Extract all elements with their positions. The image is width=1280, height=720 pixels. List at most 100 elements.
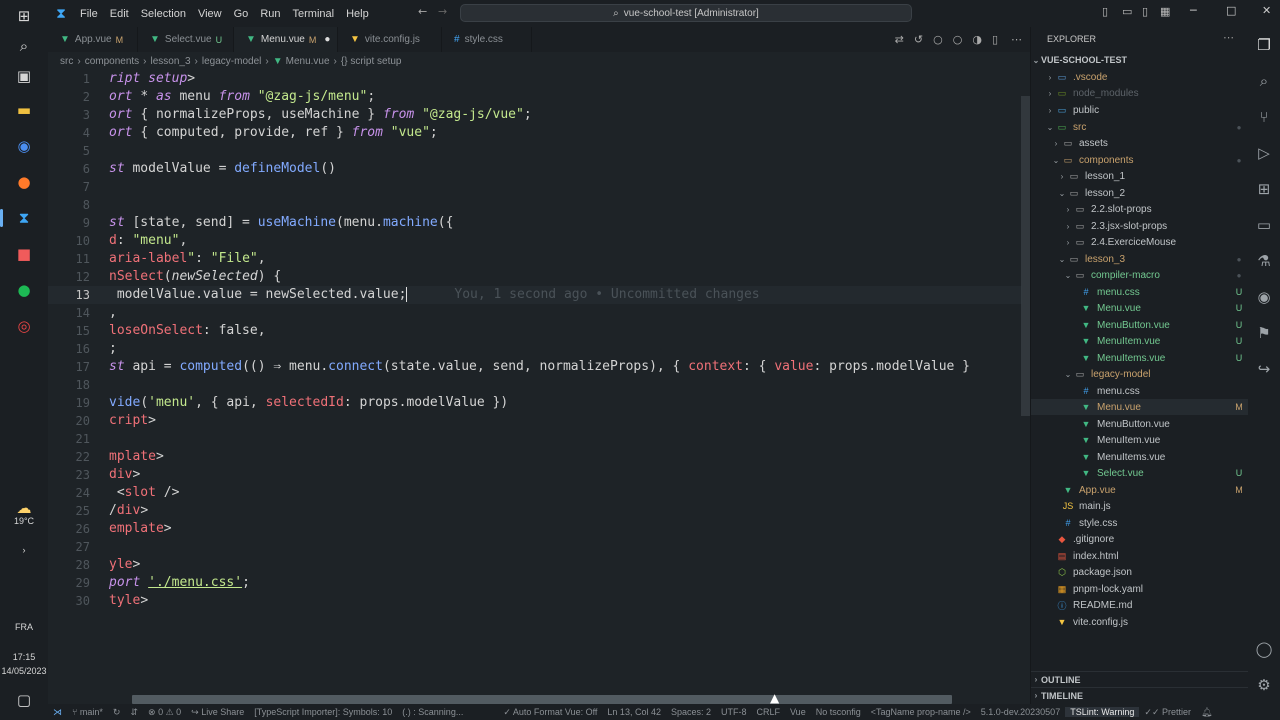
menu-go[interactable]: Go — [228, 8, 255, 20]
tree-file-menubutton-vue[interactable]: ▼ MenuButton.vue U — [1031, 317, 1249, 333]
tree-file-readme[interactable]: ⓘ README.md — [1031, 597, 1249, 613]
tree-file-menuitems-vue[interactable]: ▼ MenuItems.vue U — [1031, 350, 1249, 366]
extensions-icon[interactable]: ⊞ — [1252, 177, 1276, 201]
menu-view[interactable]: View — [192, 8, 228, 20]
tree-file-legacy-menubutton-vue[interactable]: ▼ MenuButton.vue — [1031, 416, 1249, 432]
menu-file[interactable]: File — [74, 8, 104, 20]
settings-gear-icon[interactable]: ⚙ — [1252, 673, 1276, 697]
accounts-icon[interactable]: ◯ — [1252, 637, 1276, 661]
menu-run[interactable]: Run — [254, 8, 286, 20]
chrome-icon[interactable]: ◉ — [12, 134, 36, 158]
tree-file-main-js[interactable]: JS main.js — [1031, 498, 1249, 514]
tree-folder-compiler-macro[interactable]: ⌄ ▭ compiler-macro ● — [1031, 267, 1249, 283]
more-actions-icon[interactable]: ⋯ — [1003, 27, 1030, 52]
i18n-icon[interactable]: ⚑ — [1252, 321, 1276, 345]
tsconfig-status[interactable]: No tsconfig — [811, 707, 866, 717]
tree-folder-public[interactable]: › ▭ public — [1031, 102, 1249, 118]
source-control-icon[interactable]: ⑂ — [1252, 105, 1276, 129]
tree-file-vite-config[interactable]: ▼ vite.config.js — [1031, 614, 1249, 630]
menu-edit[interactable]: Edit — [104, 8, 135, 20]
tag-style[interactable]: <TagName prop-name /> — [866, 707, 976, 717]
indentation[interactable]: Spaces: 2 — [666, 707, 716, 717]
toggle-panel-left-icon[interactable]: ▯ — [1102, 5, 1108, 18]
tree-file-legacy-menu-vue[interactable]: ▼ Menu.vue M — [1031, 399, 1249, 415]
tree-folder-vscode[interactable]: › ▭ .vscode — [1031, 69, 1249, 85]
tab-style-css[interactable]: # style.css — [442, 27, 532, 52]
next-change-icon[interactable]: ○ — [948, 27, 968, 52]
menu-terminal[interactable]: Terminal — [287, 8, 341, 20]
tree-folder-legacy-model[interactable]: ⌄ ▭ legacy-model — [1031, 366, 1249, 382]
toggle-sidebar-icon[interactable]: ▯ — [1142, 5, 1148, 18]
task-view-icon[interactable]: ▣ — [12, 64, 36, 88]
menu-help[interactable]: Help — [340, 8, 375, 20]
cursor-position[interactable]: Ln 13, Col 42 — [602, 707, 666, 717]
forward-arrow-icon[interactable]: → — [438, 5, 447, 18]
auto-format-toggle[interactable]: ✓ Auto Format Vue: Off — [498, 707, 602, 718]
tree-folder-2-2[interactable]: › ▭ 2.2.slot-props — [1031, 201, 1249, 217]
toggle-panel-icon[interactable]: ▭ — [1122, 5, 1132, 18]
tree-folder-2-4[interactable]: › ▭ 2.4.ExerciceMouse — [1031, 234, 1249, 250]
notifications-bell-icon[interactable]: 🔔︎ — [1196, 707, 1217, 718]
live-share-button[interactable]: ↪ Live Share — [186, 707, 249, 718]
git-graph-icon[interactable]: ◉ — [1252, 285, 1276, 309]
back-arrow-icon[interactable]: ← — [418, 5, 427, 18]
horizontal-scrollbar[interactable] — [132, 695, 952, 704]
end-of-line[interactable]: CRLF — [752, 707, 786, 717]
tree-folder-lesson-3[interactable]: ⌄ ▭ lesson_3 ● — [1031, 251, 1249, 267]
notification-icon[interactable]: ▢ — [12, 688, 36, 712]
tree-file-style-css[interactable]: # style.css — [1031, 515, 1249, 531]
tree-folder-2-3[interactable]: › ▭ 2.3.jsx-slot-props — [1031, 218, 1249, 234]
tree-file-app-vue[interactable]: ▼ App.vue M — [1031, 482, 1249, 498]
breadcrumb-item[interactable]: Menu.vue — [286, 56, 330, 67]
encoding[interactable]: UTF-8 — [716, 707, 752, 717]
keyboard-language[interactable]: FRA — [0, 622, 48, 632]
tab-select-vue[interactable]: ▼ Select.vue U — [138, 27, 234, 52]
tree-folder-components[interactable]: ⌄ ▭ components ● — [1031, 152, 1249, 168]
clock-time[interactable]: 17:15 — [0, 652, 48, 662]
outline-section[interactable]: › OUTLINE — [1031, 671, 1249, 687]
prev-change-icon[interactable]: ○ — [928, 27, 948, 52]
recording-app-icon[interactable]: ◎ — [12, 314, 36, 338]
vscode-taskbar-icon[interactable]: ⧗ — [12, 206, 36, 230]
language-mode[interactable]: Vue — [785, 707, 811, 717]
vertical-scrollbar[interactable] — [1021, 96, 1030, 416]
tree-file-gitignore[interactable]: ◆ .gitignore — [1031, 531, 1249, 547]
tree-file-menuitem-vue[interactable]: ▼ MenuItem.vue U — [1031, 333, 1249, 349]
remote-explorer-icon[interactable]: ▭ — [1252, 213, 1276, 237]
tree-folder-src[interactable]: ⌄ ▭ src ● — [1031, 119, 1249, 135]
testing-icon[interactable]: ⚗ — [1252, 249, 1276, 273]
unsaved-dot-icon[interactable]: ● — [324, 34, 330, 45]
maximize-icon[interactable]: □ — [1226, 4, 1236, 17]
timeline-section[interactable]: › TIMELINE — [1031, 687, 1249, 703]
menu-selection[interactable]: Selection — [135, 8, 192, 20]
tree-file-index-html[interactable]: ▤ index.html — [1031, 548, 1249, 564]
tree-folder-assets[interactable]: › ▭ assets — [1031, 135, 1249, 151]
run-debug-icon[interactable]: ▷ — [1252, 141, 1276, 165]
git-revert-icon[interactable]: ↺ — [909, 27, 928, 52]
tree-file-menu-css[interactable]: # menu.css U — [1031, 284, 1249, 300]
pr-icon[interactable]: ⇵ — [125, 707, 143, 718]
code-editor[interactable]: 1 ript setup> 2 ort * as menu from "@zag-j… — [48, 70, 1022, 694]
layout-icon[interactable]: ▦ — [1160, 5, 1170, 18]
git-branch[interactable]: ⑂ main* — [67, 707, 108, 717]
tree-folder-lesson-2[interactable]: ⌄ ▭ lesson_2 — [1031, 185, 1249, 201]
clock-date[interactable]: 14/05/2023 — [0, 666, 48, 676]
tree-file-select-vue[interactable]: ▼ Select.vue U — [1031, 465, 1249, 481]
ts-importer-status[interactable]: [TypeScript Importer]: Symbols: 10 — [249, 707, 397, 717]
sync-icon[interactable]: ↻ — [108, 707, 126, 718]
firefox-icon[interactable]: ● — [12, 170, 36, 194]
terminal-app-icon[interactable]: ■ — [12, 242, 36, 266]
prettier-status[interactable]: ✓✓ Prettier — [1139, 707, 1196, 718]
project-root[interactable]: ⌄ VUE-SCHOOL-TEST — [1031, 52, 1249, 68]
git-compare-icon[interactable]: ⇄ — [890, 27, 909, 52]
tree-file-pnpm-lock[interactable]: ▦ pnpm-lock.yaml — [1031, 581, 1249, 597]
tslint-status[interactable]: TSLint: Warning — [1065, 707, 1140, 717]
split-editor-icon[interactable]: ▯ — [987, 27, 1003, 52]
remote-indicator-icon[interactable]: ⋊ — [48, 707, 67, 718]
breadcrumb-item[interactable]: legacy-model — [202, 56, 261, 67]
search-icon[interactable]: ⌕ — [1252, 69, 1276, 93]
close-icon[interactable]: ✕ — [1262, 4, 1271, 17]
command-center[interactable]: ⌕ vue-school-test [Administrator] — [460, 4, 912, 22]
tab-app-vue[interactable]: ▼ App.vue M — [48, 27, 138, 52]
tree-file-menu-vue[interactable]: ▼ Menu.vue U — [1031, 300, 1249, 316]
